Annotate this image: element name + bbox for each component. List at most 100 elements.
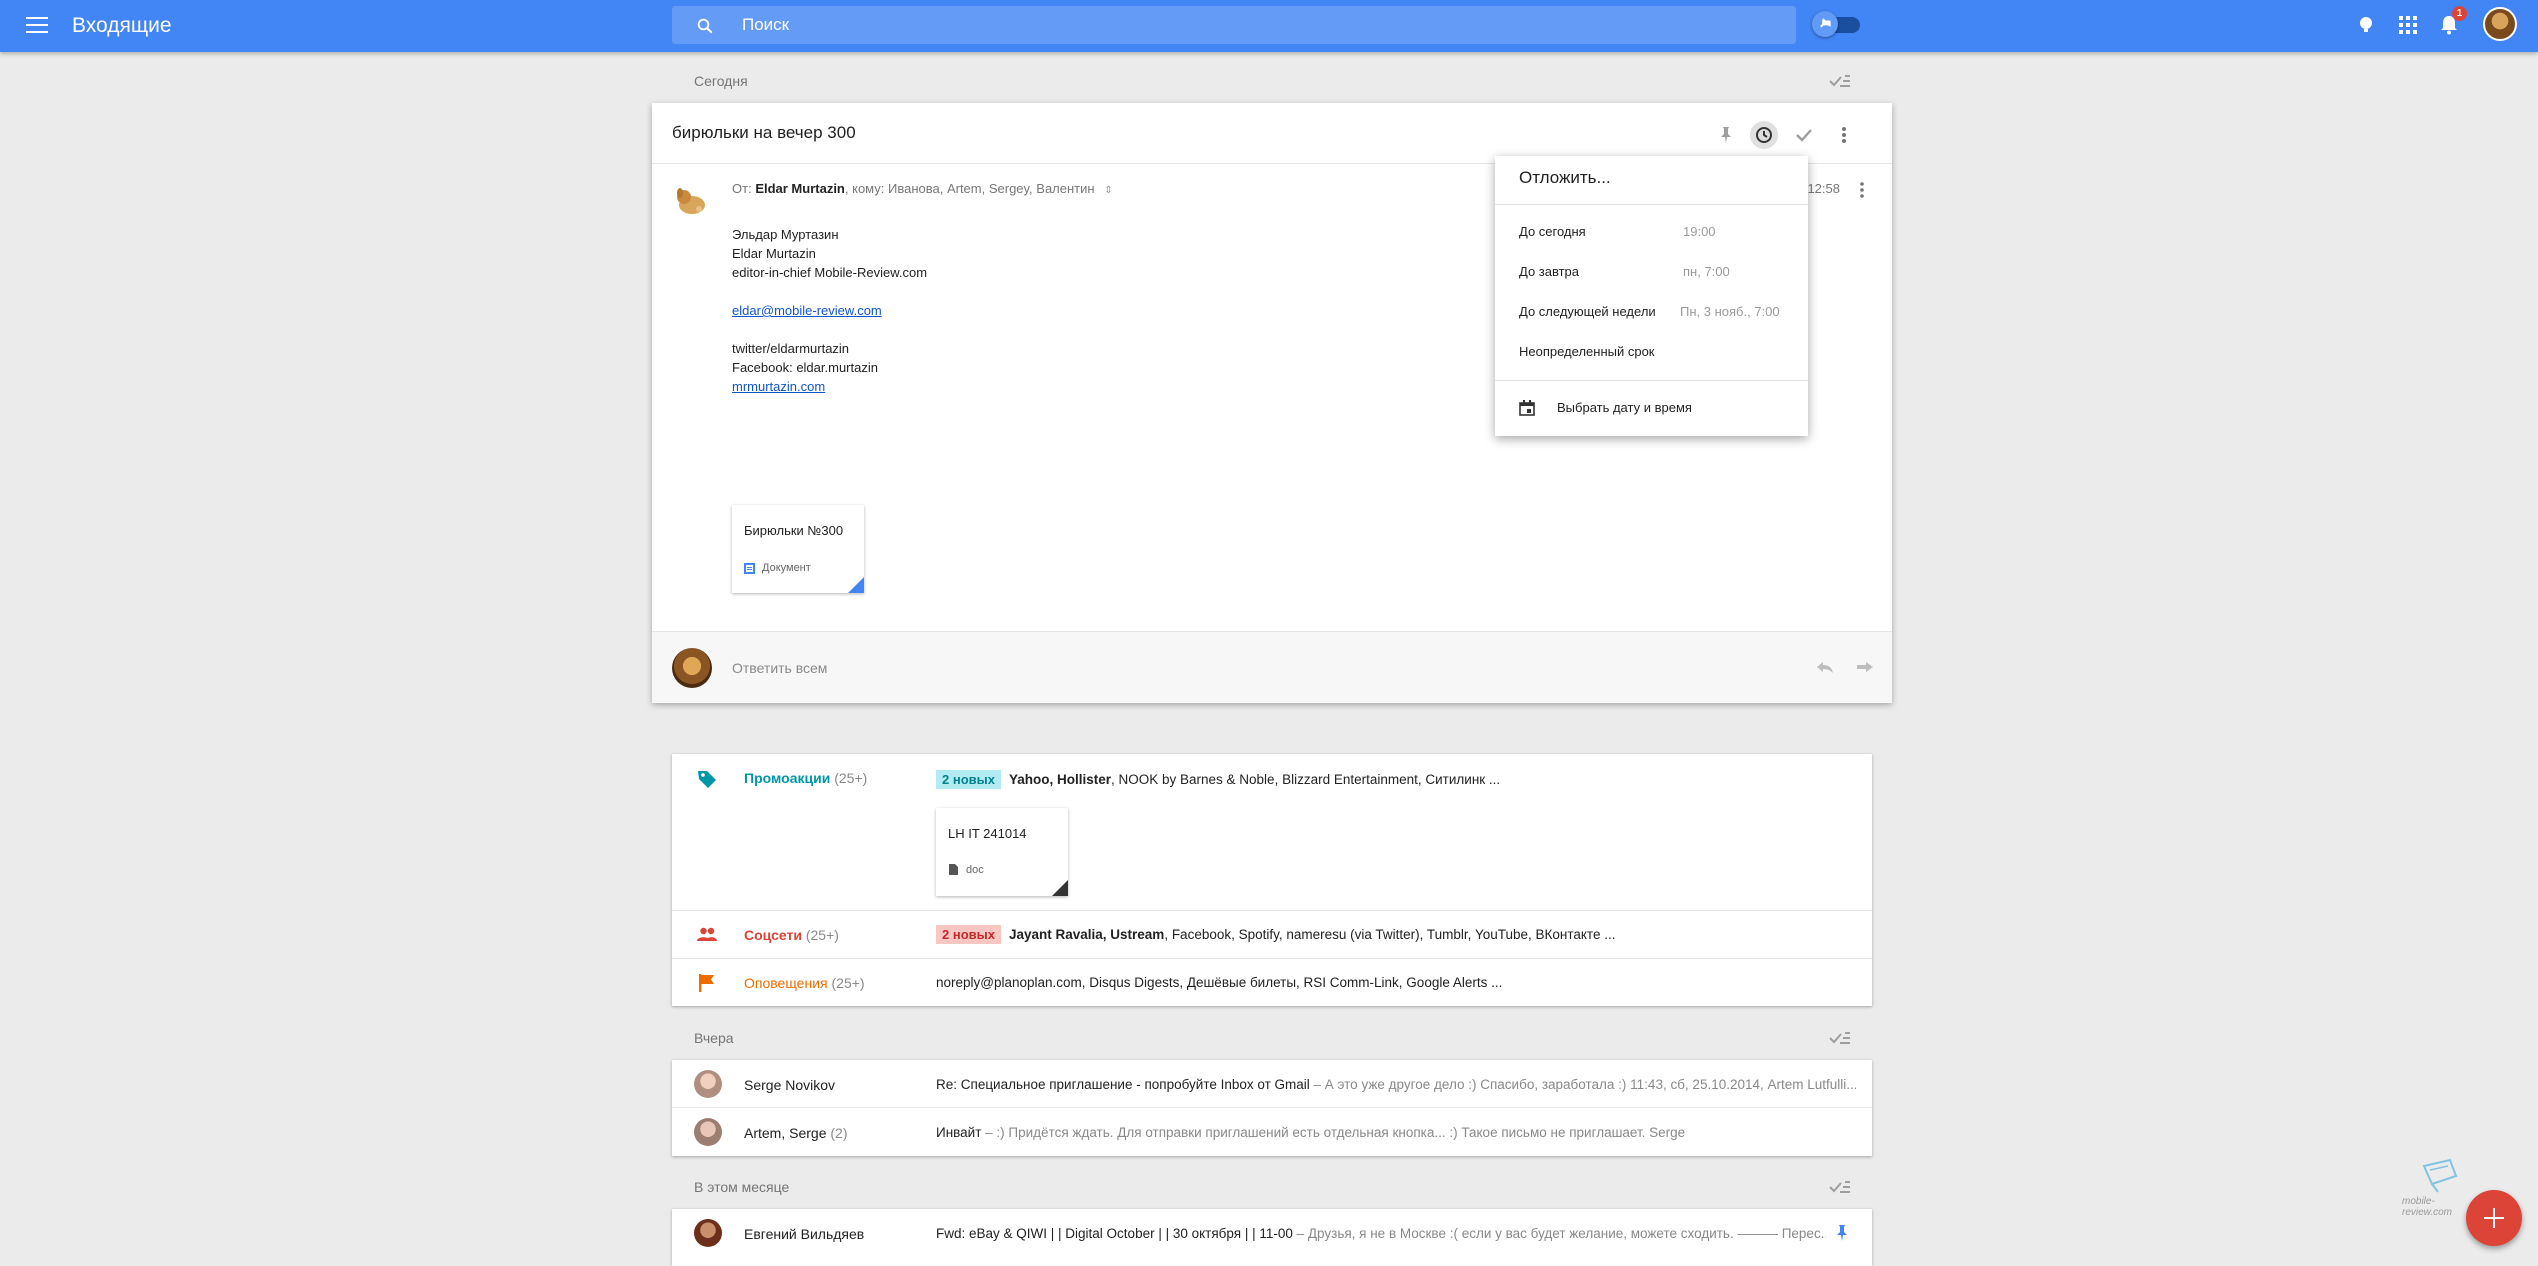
message-subject: Инвайт bbox=[936, 1125, 982, 1140]
bundle-summary: noreply@planoplan.com, Disqus Digests, Д… bbox=[936, 975, 1502, 990]
message-time: 12:58 bbox=[1807, 181, 1840, 196]
reply-icon[interactable] bbox=[1814, 656, 1836, 678]
pin-icon[interactable] bbox=[1712, 121, 1740, 149]
recipients-expand-icon[interactable]: ⇕ bbox=[1104, 185, 1112, 196]
app-title: Входящие bbox=[72, 14, 172, 37]
option-time: Пн, 3 нояб., 7:00 bbox=[1680, 304, 1780, 319]
recipients: , кому: Иванова, Artem, Sergey, Валентин bbox=[844, 181, 1095, 196]
file-icon bbox=[949, 864, 958, 875]
yesterday-list: Serge Novikov Re: Специальное приглашени… bbox=[672, 1060, 1872, 1156]
sender-name[interactable]: Eldar Murtazin bbox=[755, 181, 845, 196]
snooze-option-tomorrow[interactable]: До завтра пн, 7:00 bbox=[1495, 252, 1808, 292]
from-line: От: Eldar Murtazin, кому: Иванова, Artem… bbox=[732, 181, 1113, 196]
flag-icon bbox=[699, 974, 714, 992]
more-vert-icon[interactable] bbox=[1830, 121, 1858, 149]
body-line: Эльдар Муртазин bbox=[732, 227, 839, 242]
compose-fab-button[interactable] bbox=[2466, 1190, 2522, 1246]
sender-name: Serge Novikov bbox=[744, 1077, 836, 1093]
snooze-menu: Отложить... До сегодня 19:00 До завтра п… bbox=[1495, 156, 1808, 436]
sweep-done-icon[interactable] bbox=[1828, 1029, 1852, 1047]
clock-icon bbox=[1756, 127, 1772, 143]
avatar bbox=[694, 1118, 722, 1146]
message-preview: Fwd: eBay & QIWI | | Digital October | |… bbox=[936, 1226, 1826, 1241]
watermark-logo-icon bbox=[2422, 1158, 2458, 1193]
list-item[interactable]: Artem, Serge (2) Инвайт – :) Придётся жд… bbox=[672, 1108, 1872, 1156]
this-month-list: Евгений Вильдяев Fwd: eBay & QIWI | | Di… bbox=[672, 1209, 1872, 1266]
snooze-option-next-week[interactable]: До следующей недели Пн, 3 нояб., 7:00 bbox=[1495, 292, 1808, 332]
pin-icon bbox=[1812, 11, 1838, 37]
divider bbox=[1495, 204, 1808, 205]
bundle-summary: 2 новых Yahoo, Hollister, NOOK by Barnes … bbox=[936, 770, 1500, 789]
option-label: До следующей недели bbox=[1519, 304, 1656, 319]
search-icon bbox=[697, 18, 713, 34]
new-badge: 2 новых bbox=[936, 925, 1001, 944]
option-time: пн, 7:00 bbox=[1683, 264, 1730, 279]
attachment-name: LH IT 241014 bbox=[948, 826, 1027, 841]
snooze-button[interactable] bbox=[1750, 121, 1778, 149]
menu-icon[interactable] bbox=[24, 12, 50, 38]
attachment-name: Бирюльки №300 bbox=[744, 523, 844, 538]
attachment-card[interactable]: LH IT 241014 doc bbox=[936, 808, 1068, 896]
bundle-updates[interactable]: Оповещения (25+) noreply@planoplan.com, … bbox=[672, 959, 1872, 1006]
body-line: Facebook: eldar.murtazin bbox=[732, 360, 878, 375]
bundle-name: Соцсети (25+) bbox=[744, 927, 839, 943]
site-link[interactable]: mrmurtazin.com bbox=[732, 379, 825, 394]
snooze-option-someday[interactable]: Неопределенный срок bbox=[1495, 332, 1808, 372]
reply-bar[interactable]: Ответить всем bbox=[652, 631, 1892, 703]
bundles-list: Промоакции (25+) 2 новых Yahoo, Hollister… bbox=[672, 754, 1872, 1006]
section-today-label: Сегодня bbox=[694, 73, 748, 89]
list-item[interactable]: Евгений Вильдяев Fwd: eBay & QIWI | | Di… bbox=[672, 1209, 1872, 1259]
attachment-type: doc bbox=[966, 864, 984, 876]
bundle-promotions[interactable]: Промоакции (25+) 2 новых Yahoo, Hollister… bbox=[672, 754, 1872, 911]
divider bbox=[1495, 380, 1808, 381]
body-line: editor-in-chief Mobile-Review.com bbox=[732, 265, 928, 280]
message-snippet: – :) Придётся ждать. Для отправки пригла… bbox=[981, 1125, 1686, 1140]
bundle-senders-bold: Yahoo, Hollister bbox=[1008, 772, 1111, 787]
option-time: 19:00 bbox=[1683, 224, 1716, 239]
list-item[interactable]: Serge Novikov Re: Специальное приглашени… bbox=[672, 1060, 1872, 1108]
apps-grid-icon[interactable] bbox=[2395, 12, 2421, 38]
thread-subject: бирюльки на вечер 300 bbox=[672, 123, 856, 142]
fold-corner bbox=[848, 577, 864, 593]
forward-icon[interactable] bbox=[1854, 656, 1876, 678]
bundle-social[interactable]: Соцсети (25+) 2 новых Jayant Ravalia, Ust… bbox=[672, 911, 1872, 959]
avatar bbox=[694, 1219, 722, 1247]
option-label: Выбрать дату и время bbox=[1557, 400, 1692, 415]
body-line: twitter/eldarmurtazin bbox=[732, 341, 850, 356]
bundle-name: Промоакции (25+) bbox=[744, 770, 868, 786]
bundle-senders: , Facebook, Spotify, nameresu (via Twitt… bbox=[1164, 927, 1616, 942]
my-avatar bbox=[672, 648, 712, 688]
tag-icon bbox=[698, 771, 716, 788]
watermark: mobile-review.com bbox=[2400, 1158, 2480, 1218]
document-icon bbox=[744, 563, 755, 574]
attachment-type: Документ bbox=[762, 562, 811, 574]
message-snippet: – А это уже другое дело :) Спасибо, зара… bbox=[1309, 1077, 1856, 1092]
message-more-icon[interactable] bbox=[1852, 179, 1872, 201]
message-subject: Re: Специальное приглашение - попробуйте… bbox=[936, 1077, 1310, 1092]
bundle-senders: , NOOK by Barnes & Noble, Blizzard Enter… bbox=[1111, 772, 1501, 787]
sender-name: Artem, Serge (2) bbox=[744, 1125, 848, 1141]
search-input[interactable] bbox=[742, 6, 1642, 44]
pinned-toggle[interactable] bbox=[1812, 11, 1862, 37]
message-snippet: – Друзья, я не в Москве :( если у вас бу… bbox=[1292, 1226, 1826, 1241]
reply-all-placeholder[interactable]: Ответить всем bbox=[732, 660, 827, 676]
snooze-pick-date-time[interactable]: Выбрать дату и время bbox=[1495, 388, 1808, 428]
reminder-icon[interactable] bbox=[2353, 12, 2379, 38]
attachment-card[interactable]: Бирюльки №300 Документ bbox=[732, 505, 864, 593]
message-preview: Re: Специальное приглашение - попробуйте… bbox=[936, 1077, 1856, 1092]
avatar bbox=[694, 1070, 722, 1098]
sweep-done-icon[interactable] bbox=[1828, 1178, 1852, 1196]
snooze-option-today[interactable]: До сегодня 19:00 bbox=[1495, 212, 1808, 252]
pinned-icon[interactable] bbox=[1832, 1223, 1852, 1243]
email-link[interactable]: eldar@mobile-review.com bbox=[732, 303, 882, 318]
body-line: Eldar Murtazin bbox=[732, 246, 816, 261]
people-icon bbox=[697, 927, 717, 941]
account-avatar[interactable] bbox=[2483, 7, 2517, 41]
sender-name: Евгений Вильдяев bbox=[744, 1226, 865, 1242]
done-check-icon[interactable] bbox=[1790, 121, 1818, 149]
section-this-month-label: В этом месяце bbox=[694, 1179, 790, 1195]
section-yesterday-label: Вчера bbox=[694, 1030, 734, 1046]
option-label: До сегодня bbox=[1519, 224, 1586, 239]
search-bar[interactable] bbox=[672, 6, 1796, 44]
sweep-done-icon[interactable] bbox=[1828, 72, 1852, 90]
